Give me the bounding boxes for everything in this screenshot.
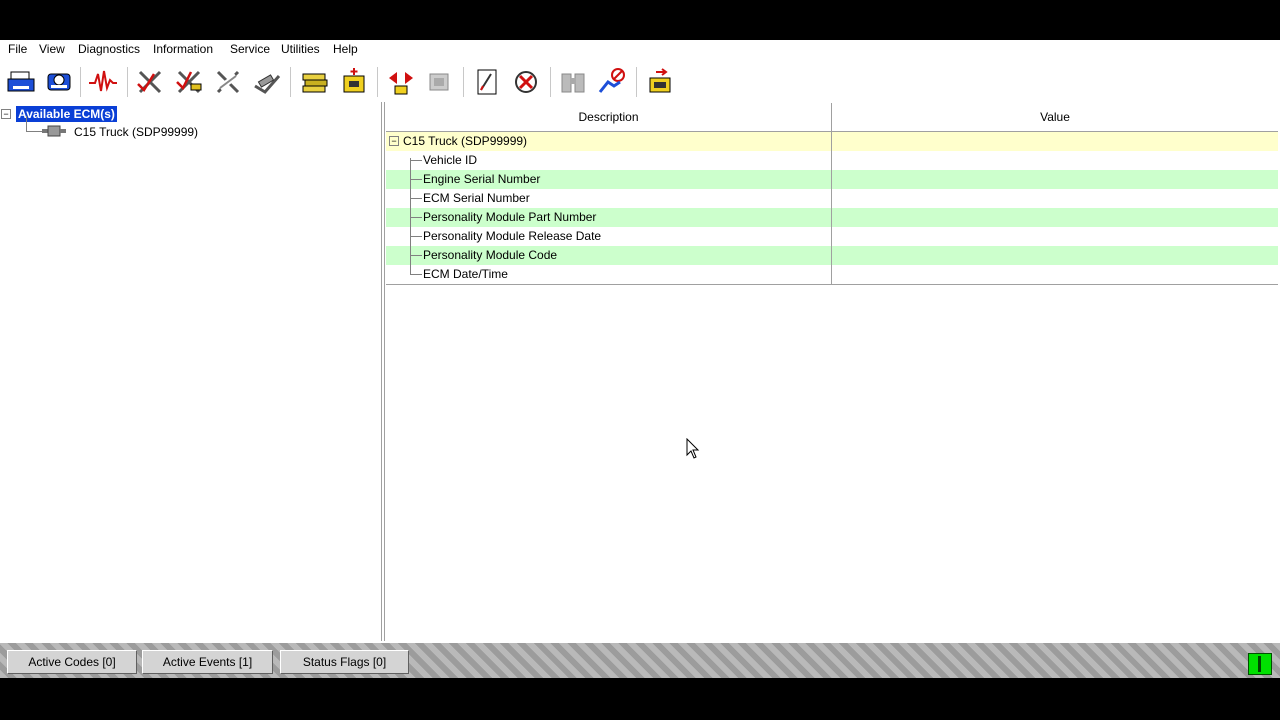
- table-row[interactable]: ECM Date/Time: [386, 265, 1278, 285]
- data-link-icon[interactable]: [384, 65, 418, 99]
- active-events-button[interactable]: Active Events [1]: [142, 650, 273, 674]
- tree-connector: [410, 217, 422, 218]
- menu-utilities[interactable]: Utilities: [281, 42, 320, 56]
- row-description: Personality Module Code: [386, 246, 832, 265]
- ecm-tree-pane: − Available ECM(s) C15 Truck (SDP99999): [0, 102, 382, 641]
- flash-icon[interactable]: [470, 65, 504, 99]
- row-label: Engine Serial Number: [423, 172, 541, 186]
- row-description: ECM Date/Time: [386, 265, 832, 284]
- connection-status-indicator: [1248, 653, 1272, 675]
- toolbar-separator: [127, 67, 129, 97]
- toolbar-separator: [636, 67, 638, 97]
- row-value: [832, 189, 1278, 208]
- grid-header: Description Value: [386, 103, 1278, 132]
- tree-connector: [26, 116, 27, 132]
- tree-connector: [410, 158, 411, 275]
- waveform-icon[interactable]: [86, 65, 120, 99]
- table-row[interactable]: ECM Serial Number: [386, 189, 1278, 209]
- row-label: Personality Module Release Date: [423, 229, 602, 243]
- tree-item-c15-truck[interactable]: C15 Truck (SDP99999): [74, 124, 198, 140]
- menu-information[interactable]: Information: [153, 42, 213, 56]
- toolbar-separator: [80, 67, 82, 97]
- table-row[interactable]: Engine Serial Number: [386, 170, 1278, 190]
- menu-diagnostics[interactable]: Diagnostics: [78, 42, 140, 56]
- table-row[interactable]: Personality Module Part Number: [386, 208, 1278, 228]
- group-row[interactable]: − C15 Truck (SDP99999): [386, 132, 1278, 152]
- print-preview-icon[interactable]: [42, 65, 76, 99]
- row-value: [832, 208, 1278, 227]
- tree-connector: [410, 179, 422, 180]
- group-row-description: − C15 Truck (SDP99999): [386, 132, 832, 151]
- ecm-connector-icon: [42, 125, 66, 137]
- menu-view[interactable]: View: [39, 42, 65, 56]
- ecm-exit-icon[interactable]: [643, 65, 677, 99]
- row-description: Vehicle ID: [386, 151, 832, 170]
- tree-connector: [410, 255, 422, 256]
- tree-collapse-toggle[interactable]: −: [1, 109, 11, 119]
- mouse-cursor-icon: [686, 438, 700, 459]
- toolbar-separator: [550, 67, 552, 97]
- menu-service[interactable]: Service: [230, 42, 270, 56]
- diagnostic-clear-icon[interactable]: [211, 65, 245, 99]
- table-row[interactable]: Personality Module Release Date: [386, 227, 1278, 247]
- ecm-add-icon[interactable]: [337, 65, 371, 99]
- toolbar-separator: [463, 67, 465, 97]
- toolbar-separator: [377, 67, 379, 97]
- row-description: ECM Serial Number: [386, 189, 832, 208]
- ecm-summary-grid: Description Value − C15 Truck (SDP99999)…: [384, 102, 1280, 641]
- column-header-description[interactable]: Description: [386, 103, 832, 131]
- menu-bar: File View Diagnostics Information Servic…: [0, 40, 1280, 60]
- tree-root-available-ecms[interactable]: Available ECM(s): [16, 106, 117, 122]
- row-description: Personality Module Part Number: [386, 208, 832, 227]
- disconnect-icon[interactable]: [595, 65, 629, 99]
- diagnostic-edit-icon[interactable]: [172, 65, 206, 99]
- group-collapse-toggle[interactable]: −: [389, 136, 399, 146]
- row-description: Personality Module Release Date: [386, 227, 832, 246]
- row-value: [832, 246, 1278, 265]
- column-header-value[interactable]: Value: [832, 103, 1278, 131]
- binoculars-icon[interactable]: [556, 65, 590, 99]
- row-label: Personality Module Part Number: [423, 210, 597, 224]
- tree-connector: [410, 236, 422, 237]
- row-label: Vehicle ID: [423, 153, 478, 167]
- menu-help[interactable]: Help: [333, 42, 358, 56]
- print-icon[interactable]: [4, 65, 38, 99]
- group-row-label: C15 Truck (SDP99999): [403, 134, 528, 148]
- toolbar: [0, 61, 1280, 101]
- tree-connector: [26, 131, 42, 132]
- row-value: [832, 227, 1278, 246]
- row-value: [832, 265, 1278, 284]
- row-value: [832, 151, 1278, 170]
- diagnostic-off-icon[interactable]: [250, 65, 284, 99]
- tree-connector: [410, 160, 422, 161]
- status-flags-button[interactable]: Status Flags [0]: [280, 650, 409, 674]
- table-row[interactable]: Personality Module Code: [386, 246, 1278, 266]
- ecm-disabled-icon[interactable]: [423, 65, 457, 99]
- row-label: ECM Serial Number: [423, 191, 530, 205]
- application-window: File View Diagnostics Information Servic…: [0, 40, 1280, 678]
- toolbar-separator: [290, 67, 292, 97]
- calibration-icon[interactable]: [509, 65, 543, 99]
- table-row[interactable]: Vehicle ID: [386, 151, 1278, 171]
- tree-connector: [410, 274, 422, 275]
- row-label: ECM Date/Time: [423, 267, 508, 281]
- group-row-value: [832, 132, 1278, 151]
- tree-connector: [410, 198, 422, 199]
- status-bar: Active Codes [0] Active Events [1] Statu…: [0, 643, 1280, 678]
- row-label: Personality Module Code: [423, 248, 558, 262]
- row-description: Engine Serial Number: [386, 170, 832, 189]
- row-value: [832, 170, 1278, 189]
- active-codes-button[interactable]: Active Codes [0]: [7, 650, 137, 674]
- diagnostic-check-icon[interactable]: [133, 65, 167, 99]
- ecm-summary-icon[interactable]: [298, 65, 332, 99]
- menu-file[interactable]: File: [8, 42, 27, 56]
